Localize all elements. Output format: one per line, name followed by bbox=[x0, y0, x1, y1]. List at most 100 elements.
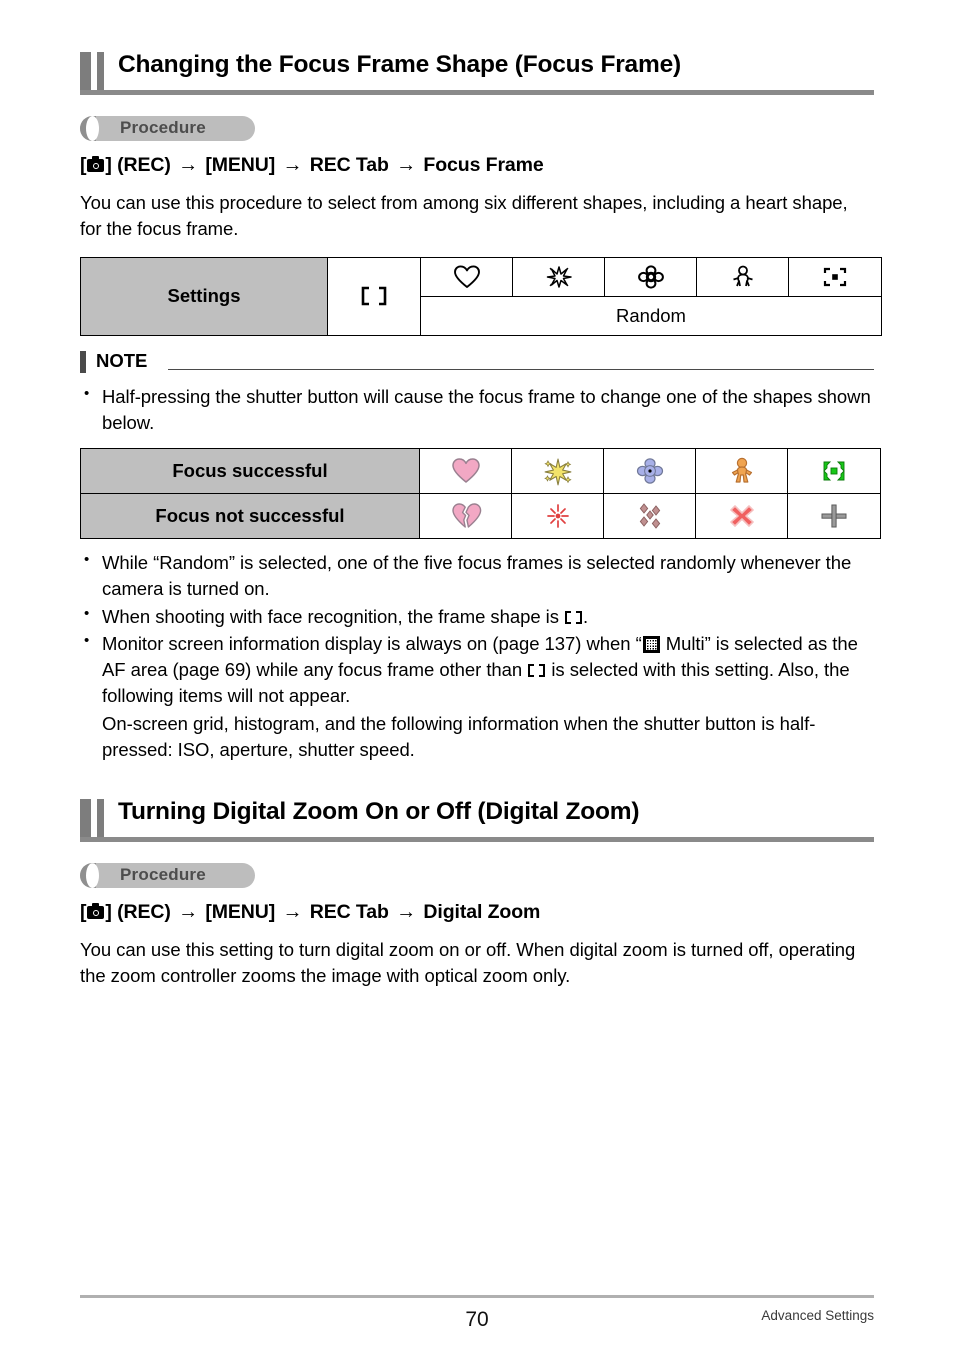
result-icon-cell bbox=[419, 448, 512, 495]
footer-rule bbox=[80, 1295, 874, 1298]
settings-default-icon-cell bbox=[327, 256, 421, 336]
result-icon-cell bbox=[695, 493, 788, 540]
result-row-label-fail: Focus not successful bbox=[80, 493, 420, 540]
bullet-text: . bbox=[583, 605, 589, 627]
path-target: Focus Frame bbox=[423, 154, 544, 176]
result-icon-cell bbox=[511, 493, 604, 540]
section-body-2: You can use this setting to turn digital… bbox=[80, 939, 856, 987]
path-menu: [MENU] bbox=[205, 154, 276, 176]
footer-caption: Advanced Settings bbox=[761, 1308, 874, 1323]
settings-icon-cell bbox=[788, 256, 882, 297]
burst-red-icon bbox=[546, 504, 569, 528]
flower-outline-icon bbox=[637, 264, 664, 289]
path-bracket-close: ] (REC) bbox=[105, 901, 171, 924]
settings-icon-cell bbox=[512, 256, 605, 297]
procedure-label: Procedure bbox=[120, 118, 206, 137]
arrow-right-icon: → bbox=[282, 154, 303, 176]
section-body-1: You can use this procedure to select fro… bbox=[80, 192, 848, 240]
broken-heart-pink-icon bbox=[451, 503, 481, 528]
result-icon-cell bbox=[603, 493, 696, 540]
heading-bar-narrow bbox=[97, 52, 104, 90]
path-tab: REC Tab bbox=[309, 154, 389, 176]
result-icon-cell bbox=[603, 448, 696, 495]
settings-icon-cell bbox=[696, 256, 789, 297]
sparkle-yellow-icon bbox=[543, 458, 572, 486]
path-bracket-open: [ bbox=[80, 901, 87, 924]
procedure-path-1: [ ] (REC) → [MENU] → REC Tab → Focus Fram… bbox=[80, 153, 874, 178]
diamonds-brown-icon bbox=[639, 503, 660, 529]
heart-pink-icon bbox=[451, 458, 480, 483]
heading-bar-wide bbox=[80, 799, 91, 838]
result-icon-cell bbox=[787, 448, 881, 495]
note-rule bbox=[168, 368, 874, 371]
result-icon-cell bbox=[511, 448, 604, 495]
list-item: When shooting with face recognition, the… bbox=[80, 603, 874, 630]
multi-af-icon bbox=[642, 635, 660, 653]
dot-bracket-icon bbox=[823, 267, 847, 286]
teddy-bear-orange-icon bbox=[731, 457, 752, 483]
list-item: While “Random” is selected, one of the f… bbox=[80, 549, 874, 603]
settings-icon-cell bbox=[604, 256, 697, 297]
result-icon-cell bbox=[787, 493, 881, 540]
list-item: Half-pressing the shutter button will ca… bbox=[80, 383, 874, 437]
note-title: NOTE bbox=[96, 349, 148, 371]
path-bracket-open: [ bbox=[80, 154, 87, 176]
focus-bracket-icon bbox=[565, 610, 583, 625]
table-row: Focus successful bbox=[80, 448, 881, 495]
arrow-right-icon: → bbox=[178, 154, 199, 176]
plus-gray-icon bbox=[821, 504, 847, 528]
section-heading-digital-zoom: Turning Digital Zoom On or Off (Digital … bbox=[80, 798, 874, 845]
heading-bar-narrow bbox=[97, 799, 104, 838]
arrow-right-icon: → bbox=[282, 901, 303, 924]
table-row: Settings bbox=[80, 256, 882, 336]
section-heading-focus-frame: Changing the Focus Frame Shape (Focus Fr… bbox=[80, 51, 874, 98]
document-page: Changing the Focus Frame Shape (Focus Fr… bbox=[0, 0, 954, 1357]
bullet-text: While “Random” is selected, one of the f… bbox=[102, 552, 852, 600]
path-bracket-close: ] (REC) bbox=[105, 154, 171, 176]
post-table-bullets: While “Random” is selected, one of the f… bbox=[80, 549, 874, 763]
arrow-right-icon: → bbox=[396, 154, 417, 176]
arrow-right-icon: → bbox=[396, 901, 417, 924]
procedure-label: Procedure bbox=[120, 865, 206, 885]
result-row-label-success: Focus successful bbox=[80, 448, 420, 495]
camera-icon bbox=[87, 156, 105, 172]
result-icon-cell bbox=[695, 448, 788, 495]
settings-table: Settings Random bbox=[80, 256, 882, 336]
procedure-notch bbox=[86, 116, 99, 141]
bracket-green-icon bbox=[823, 461, 845, 481]
teddy-bear-outline-icon bbox=[732, 265, 753, 286]
list-item-continuation: On-screen grid, histogram, and the follo… bbox=[102, 712, 816, 760]
arrow-right-icon: → bbox=[178, 901, 199, 924]
page-title: Turning Digital Zoom On or Off (Digital … bbox=[118, 798, 640, 826]
camera-icon bbox=[87, 903, 105, 920]
path-menu: [MENU] bbox=[205, 901, 276, 924]
table-row: Focus not successful bbox=[80, 493, 881, 540]
procedure-badge-1: Procedure bbox=[80, 116, 255, 141]
x-mark-red-icon bbox=[729, 505, 754, 527]
procedure-badge-2: Procedure bbox=[80, 863, 255, 889]
note-heading: NOTE bbox=[80, 350, 874, 376]
path-tab: REC Tab bbox=[309, 901, 389, 924]
note-bar bbox=[80, 350, 86, 373]
list-item: Monitor screen information display is al… bbox=[80, 630, 874, 710]
note-bullet-list: Half-pressing the shutter button will ca… bbox=[80, 383, 874, 437]
page-title: Changing the Focus Frame Shape (Focus Fr… bbox=[118, 51, 681, 78]
path-target: Digital Zoom bbox=[423, 901, 541, 924]
procedure-path-2: [ ] (REC) → [MENU] → REC Tab → Digital Zo… bbox=[80, 900, 874, 925]
result-icon-cell bbox=[419, 493, 512, 540]
heart-outline-icon bbox=[453, 264, 480, 288]
heading-rule bbox=[80, 90, 874, 95]
settings-row-label: Settings bbox=[80, 256, 328, 336]
focus-bracket-icon bbox=[528, 663, 546, 678]
flower-blue-icon bbox=[636, 458, 663, 484]
focus-result-table: Focus successful Focus not successful bbox=[80, 448, 881, 540]
heading-bar-wide bbox=[80, 52, 91, 90]
settings-random-cell: Random bbox=[420, 295, 882, 336]
bullet-text: Monitor screen information display is al… bbox=[102, 632, 642, 654]
page-content: Changing the Focus Frame Shape (Focus Fr… bbox=[80, 51, 882, 1004]
bullet-text: When shooting with face recognition, the… bbox=[102, 605, 565, 627]
heading-rule bbox=[80, 837, 874, 843]
sparkle-outline-icon bbox=[546, 265, 572, 288]
focus-bracket-icon bbox=[361, 286, 387, 306]
settings-icon-cell bbox=[420, 256, 513, 297]
